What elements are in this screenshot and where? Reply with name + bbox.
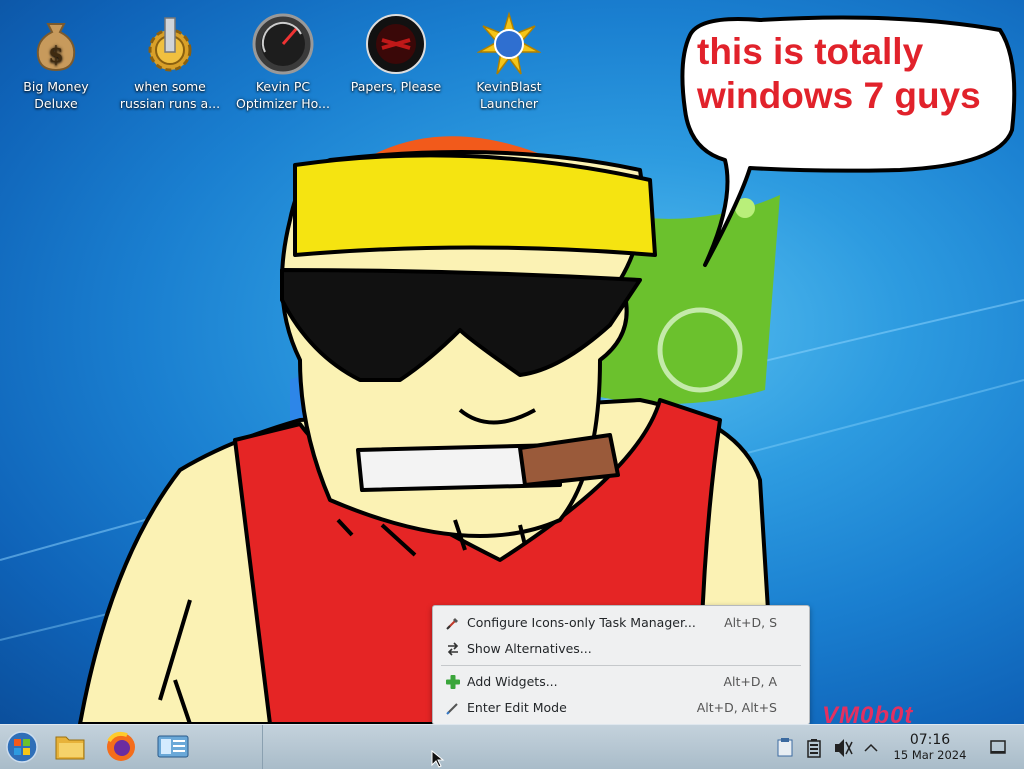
menu-item-configure-task-manager[interactable]: Configure Icons-only Task Manager... Alt… [435, 611, 807, 635]
icon-label: Optimizer Ho... [236, 96, 330, 111]
icon-label: KevinBlast [476, 79, 542, 94]
icon-label: Papers, Please [350, 79, 442, 94]
file-manager-icon [55, 736, 85, 760]
taskbar-file-manager[interactable] [48, 727, 92, 767]
watermark: VM0b0t [822, 702, 914, 724]
icon-label: Kevin PC [255, 79, 311, 94]
menu-item-add-widgets[interactable]: Add Widgets... Alt+D, A [435, 670, 807, 694]
tray-volume[interactable] [829, 727, 855, 767]
speedometer-icon [251, 12, 315, 76]
chevron-up-icon [864, 743, 878, 752]
speech-line-1: this is totally [697, 31, 924, 72]
desktop[interactable]: this is totally windows 7 guys VM0b0t $ … [0, 0, 1024, 724]
add-plus-icon [446, 675, 460, 689]
pointer-cursor-icon [431, 750, 445, 768]
windows-orb-icon [6, 731, 38, 763]
clock-date: 15 Mar 2024 [893, 748, 967, 762]
show-desktop-button[interactable] [984, 727, 1012, 767]
speech-line-2: windows 7 guys [697, 75, 981, 116]
gear-icon [138, 12, 202, 76]
icon-label: Deluxe [34, 96, 78, 111]
menu-item-shortcut: Alt+D, S [724, 615, 777, 630]
menu-item-label: Add Widgets... [467, 674, 558, 689]
firefox-icon [107, 731, 135, 761]
icon-label: Launcher [479, 96, 539, 111]
desktop-icon-russian[interactable]: when some russian runs a... [116, 6, 224, 112]
desktop-icon-kevinblast-launcher[interactable]: KevinBlast Launcher [455, 6, 563, 112]
taskbar-firefox[interactable] [99, 727, 143, 767]
icon-label: when some [134, 79, 206, 94]
menu-item-label: Show Alternatives... [467, 641, 592, 656]
desktop-icon-kevin-pc-optimizer[interactable]: Kevin PC Optimizer Ho... [229, 6, 337, 112]
clipboard-icon [777, 738, 793, 757]
menu-separator [441, 665, 801, 666]
menu-item-show-alternatives[interactable]: Show Alternatives... [435, 637, 807, 661]
taskbar-divider [262, 725, 263, 769]
context-menu: Configure Icons-only Task Manager... Alt… [432, 605, 810, 724]
volume-muted-icon [835, 739, 853, 757]
desktop-icon-papers-please[interactable]: Papers, Please [342, 6, 450, 95]
digital-clock[interactable]: 07:16 15 Mar 2024 [888, 732, 972, 763]
show-desktop-icon [990, 740, 1006, 754]
icon-label: russian runs a... [119, 96, 221, 111]
system-settings-icon [157, 735, 189, 758]
menu-item-label: Enter Edit Mode [467, 700, 567, 715]
starburst-globe-icon [476, 11, 542, 76]
menu-item-label: Configure Icons-only Task Manager... [467, 615, 696, 630]
svg-text:$: $ [48, 42, 63, 68]
icon-label: Big Money [23, 79, 89, 94]
configure-tools-icon [446, 618, 458, 630]
alternatives-icon [447, 642, 459, 656]
menu-item-shortcut: Alt+D, A [723, 674, 777, 689]
menu-item-enter-edit-mode[interactable]: Enter Edit Mode Alt+D, Alt+S [435, 696, 807, 720]
tray-clipboard[interactable] [772, 727, 798, 767]
edit-pen-icon [446, 703, 458, 715]
tray-battery[interactable] [801, 727, 827, 767]
papers-please-icon [364, 12, 428, 76]
menu-item-shortcut: Alt+D, Alt+S [696, 700, 777, 715]
taskbar: 07:16 15 Mar 2024 [0, 724, 1024, 769]
money-bag-icon: $ [24, 12, 88, 76]
tray-expand[interactable] [858, 727, 884, 767]
taskbar-system-settings[interactable] [151, 727, 195, 767]
start-button[interactable] [0, 727, 44, 767]
desktop-icon-big-money-deluxe[interactable]: $ Big Money Deluxe [2, 6, 110, 112]
clock-time: 07:16 [909, 732, 951, 748]
battery-icon [807, 739, 821, 758]
speech-bubble-text: this is totally windows 7 guys [697, 30, 997, 118]
